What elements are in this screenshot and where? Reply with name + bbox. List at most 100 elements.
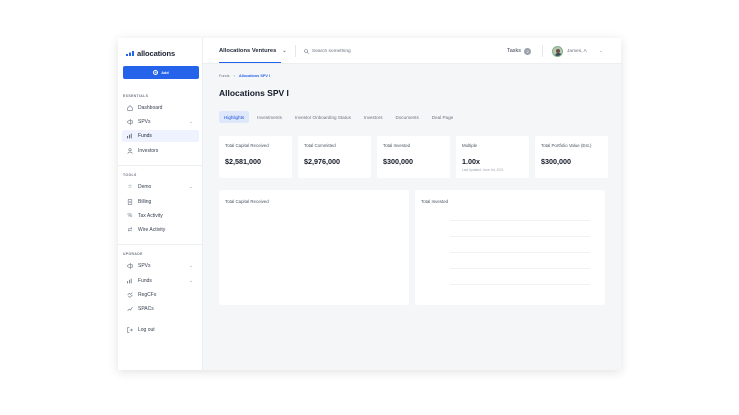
chart-placeholder-line [450,268,590,269]
chevron-down-icon: ⌄ [188,184,193,190]
sidebar-item-label: Demo [138,184,152,190]
metric-card-total-capital-received: Total Capital Received $2,581,000 [219,136,292,178]
sidebar-item-label: Wire Activity [138,227,166,233]
metric-label: Multiple [462,143,478,148]
handshake-icon [127,292,133,298]
metric-updated-note: Last Updated: June 1st, 2021 [462,168,504,172]
chevron-down-icon: ⌄ [188,119,193,125]
avatar [552,45,563,57]
chart-placeholder-line [450,284,590,285]
section-label-upgrade: UPGRADE [123,252,143,256]
sidebar-item-demo[interactable]: ☆ Demo ⌄ [122,181,199,193]
metric-value: $300,000 [383,157,413,166]
metric-value: $2,976,000 [304,157,340,166]
search-icon [304,48,309,54]
sidebar-divider [118,165,203,166]
user-menu[interactable]: James, A ⌄ [552,38,603,64]
section-label-essentials: ESSENTIALS [123,94,149,98]
metric-value: $2,581,000 [225,157,261,166]
metric-label: Total Capital Received [225,143,269,148]
sidebar-item-dashboard[interactable]: Dashboard [122,102,199,114]
sidebar: allocations + Add ESSENTIALS Dashboard S… [118,38,203,370]
metric-label: Total Portfolio Value (Est.) [541,143,592,148]
header-separator [542,45,543,57]
tab-documents[interactable]: Documents [391,111,424,123]
chevron-down-icon: ⌄ [282,48,287,54]
search-bar [304,38,402,64]
metric-label: Total Invested [383,143,411,148]
sidebar-item-label: SPVs [138,263,151,269]
logout-icon [127,327,133,333]
sidebar-item-wire-activity[interactable]: ⇄ Wire Activity [122,224,199,236]
chevron-down-icon: ⌄ [598,48,603,54]
sidebar-item-label: Dashboard [138,105,163,111]
transfer-icon: ⇄ [127,227,133,233]
tab-highlights[interactable]: Highlights [219,111,250,123]
breadcrumb: Funds › Allocations SPV I [219,74,270,78]
tasks-label: Tasks [507,48,522,54]
section-label-tools: TOOLS [123,173,137,177]
chart-placeholder-line [450,236,590,237]
chart-placeholder-line [450,220,590,221]
logout-button[interactable]: Log out [122,324,199,336]
megaphone-icon [127,119,133,125]
tab-investors[interactable]: Investors [359,111,388,123]
sidebar-item-billing[interactable]: Billing [122,196,199,208]
logout-label: Log out [138,327,155,333]
sidebar-item-regcfs[interactable]: RegCFs [122,289,199,301]
breadcrumb-parent[interactable]: Funds [219,74,230,78]
chart-icon [127,278,133,284]
search-input[interactable] [312,48,402,54]
document-icon [127,199,133,205]
tab-bar: Highlights Investments Investor Onboardi… [219,111,461,123]
add-button[interactable]: + Add [123,66,199,79]
metric-card-total-portfolio-value: Total Portfolio Value (Est.) $300,000 [535,136,608,178]
home-icon [127,105,133,111]
metric-card-total-committed: Total Committed $2,976,000 [298,136,371,178]
metric-card-multiple: Multiple 1.00x Last Updated: June 1st, 2… [456,136,529,178]
sidebar-item-label: SPVs [138,119,151,125]
trend-icon [127,306,133,312]
org-switcher[interactable]: Allocations Ventures ⌄ [219,38,287,64]
megaphone-icon [127,263,133,269]
sidebar-item-spvs[interactable]: SPVs ⌄ [122,116,199,128]
chart-icon [127,133,133,139]
sidebar-item-label: SPACs [138,306,154,312]
person-icon [127,148,133,154]
tab-investments[interactable]: Investments [252,111,287,123]
logo-text: allocations [137,49,176,58]
header-separator [295,45,296,57]
sidebar-item-label: Investors [138,148,159,154]
chevron-down-icon: ⌄ [188,278,193,284]
metric-card-total-invested: Total Invested $300,000 [377,136,450,178]
sidebar-item-tax-activity[interactable]: % Tax Activity [122,210,199,222]
user-name: James, A [567,48,587,54]
sidebar-item-label: Billing [138,199,152,205]
org-name: Allocations Ventures [219,48,277,54]
panel-total-invested: Total Invested [415,190,605,305]
breadcrumb-current: Allocations SPV I [238,74,271,78]
sidebar-item-upgrade-funds[interactable]: Funds ⌄ [122,275,199,287]
logo[interactable]: allocations [126,49,175,58]
sidebar-item-funds[interactable]: Funds [122,130,199,142]
sidebar-item-label: RegCFs [138,292,157,298]
logo-mark-icon [126,51,134,56]
tab-investor-onboarding-status[interactable]: Investor Onboarding Status [290,111,356,123]
chevron-down-icon: ⌄ [188,263,193,269]
sidebar-item-label: Funds [138,133,152,139]
panel-title: Total Capital Received [225,199,269,204]
add-button-label: Add [161,70,169,75]
chart-placeholder-line [450,252,590,253]
percent-icon: % [127,213,133,219]
tasks-button[interactable]: Tasks 2 [507,38,532,64]
metric-cards: Total Capital Received $2,581,000 Total … [219,136,608,178]
sidebar-item-spacs[interactable]: SPACs [122,303,199,315]
sidebar-item-label: Tax Activity [138,213,163,219]
tab-deal-page[interactable]: Deal Page [427,111,458,123]
sidebar-divider [118,244,203,245]
metric-value: $300,000 [541,157,571,166]
sidebar-item-investors[interactable]: Investors [122,145,199,157]
metric-label: Total Committed [304,143,336,148]
sidebar-item-upgrade-spvs[interactable]: SPVs ⌄ [122,260,199,272]
tasks-count-badge: 2 [524,47,532,55]
